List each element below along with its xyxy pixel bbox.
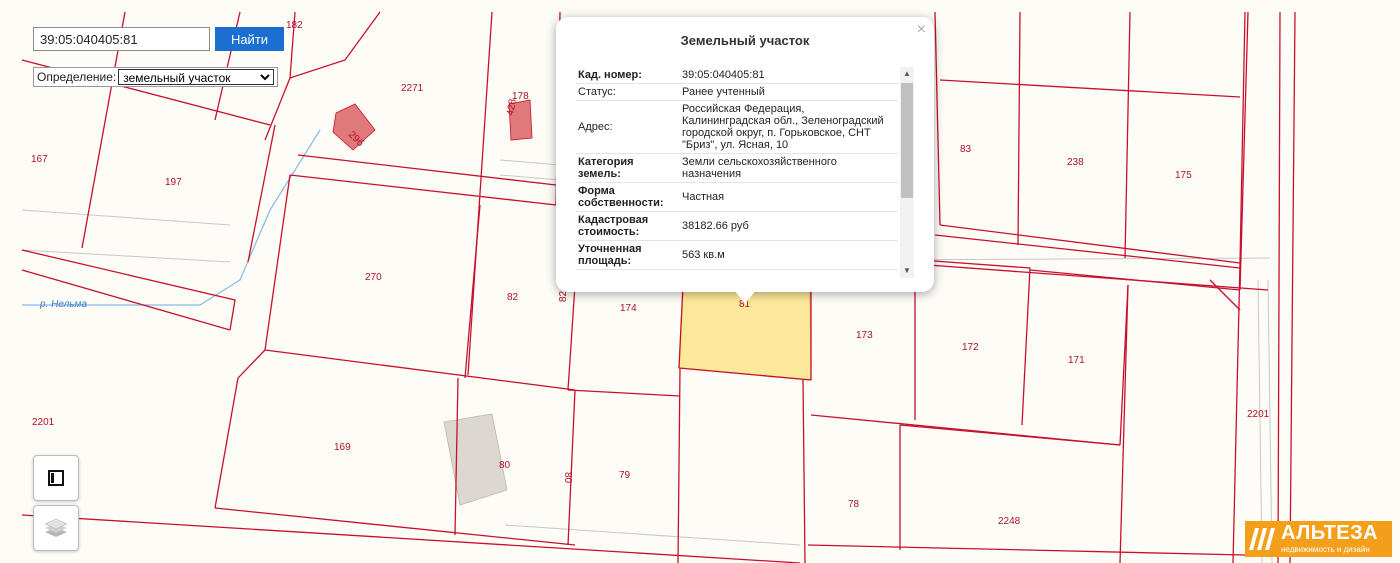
plot-number-label: 238 xyxy=(1067,157,1084,168)
info-value: Российская Федерация, Калининградская об… xyxy=(680,100,898,154)
plot-number-label: 175 xyxy=(1175,170,1192,181)
plot-number-label: 79 xyxy=(619,470,631,481)
plot-number-label: 2201 xyxy=(1247,409,1270,420)
info-row: Кадастровая стоимость: 38182.66 руб xyxy=(576,211,898,241)
plot-number-label: 82 xyxy=(507,292,519,303)
basemap-button[interactable] xyxy=(33,455,79,501)
plot-number-label: 171 xyxy=(1068,355,1085,366)
logo-tagline: недвижимость и дизайн xyxy=(1281,545,1370,554)
info-key: Статус: xyxy=(576,83,680,101)
plot-number-label: 270 xyxy=(365,272,382,283)
info-key: Уточненная площадь: xyxy=(576,240,680,270)
plot-number-label: 83 xyxy=(960,144,972,155)
info-row: Адрес: Российская Федерация, Калининградс… xyxy=(576,100,898,154)
river-label: р. Нельма xyxy=(39,299,87,310)
definition-control: Определение: земельный участок xyxy=(33,67,279,87)
info-value: 38182.66 руб xyxy=(680,211,898,241)
definition-select[interactable]: земельный участок xyxy=(118,69,275,85)
plot-number-label: 2271 xyxy=(401,83,424,94)
definition-label: Определение: xyxy=(37,70,117,84)
scroll-up-arrow-icon[interactable]: ▲ xyxy=(900,67,914,81)
info-value: Частная xyxy=(680,182,898,212)
info-value: Земли сельскохозяйственного назначения xyxy=(680,153,898,183)
cadastral-number-input[interactable] xyxy=(33,27,210,51)
search-button[interactable]: Найти xyxy=(215,27,284,51)
layers-button[interactable] xyxy=(33,505,79,551)
layers-icon xyxy=(44,518,68,537)
plot-number-label: 2248 xyxy=(998,516,1021,527)
popup-scrollbar[interactable]: ▲ ▼ xyxy=(900,67,914,278)
info-row: Форма собственности: Частная xyxy=(576,182,898,212)
plot-number-label: 182 xyxy=(286,20,303,31)
plot-number-label: 80 xyxy=(499,460,511,471)
info-key: Форма собственности: xyxy=(576,182,680,212)
info-row: Статус: Ранее учтенный xyxy=(576,83,898,101)
altesa-logo: АЛЬТЕЗА недвижимость и дизайн xyxy=(1245,521,1392,557)
info-value: 39:05:040405:81 xyxy=(680,67,898,84)
plot-number-label: 169 xyxy=(334,442,351,453)
info-value: 563 кв.м xyxy=(680,240,898,270)
info-key: Кад. номер: xyxy=(576,67,680,84)
logo-name: АЛЬТЕЗА xyxy=(1281,522,1379,544)
plot-number-label: 80 xyxy=(562,472,573,484)
info-row: Категория земель: Земли сельскохозяйствен… xyxy=(576,153,898,183)
info-row: Кад. номер: 39:05:040405:81 xyxy=(576,67,898,84)
info-key: Кадастровая стоимость: xyxy=(576,211,680,241)
popup-pointer xyxy=(734,290,756,304)
plot-info-popup: × Земельный участок Кад. номер: 39:05:040… xyxy=(556,17,934,292)
info-value: Ранее учтенный xyxy=(680,83,898,101)
scroll-down-arrow-icon[interactable]: ▼ xyxy=(900,264,914,278)
info-row: Уточненная площадь: 563 кв.м xyxy=(576,240,898,270)
plot-number-label: 78 xyxy=(848,499,860,510)
plot-number-label: 172 xyxy=(962,342,979,353)
popup-title: Земельный участок xyxy=(680,33,810,48)
info-key: Адрес: xyxy=(576,100,680,154)
scroll-thumb[interactable] xyxy=(901,83,913,198)
plot-number-label: 174 xyxy=(620,303,637,314)
plot-number-label: 173 xyxy=(856,330,873,341)
plot-number-label: 197 xyxy=(165,177,182,188)
plot-info-table: Кад. номер: 39:05:040405:81 Статус: Ранее у… xyxy=(576,67,898,270)
plot-number-label: 82 xyxy=(558,290,569,302)
popup-details: Кад. номер: 39:05:040405:81 Статус: Ранее у… xyxy=(576,67,898,278)
logo-mark-icon xyxy=(1249,528,1275,550)
plot-number-label: 2201 xyxy=(32,417,55,428)
info-key: Категория земель: xyxy=(576,153,680,183)
map-sheet-icon xyxy=(48,470,64,486)
plot-number-label: 167 xyxy=(31,154,48,165)
